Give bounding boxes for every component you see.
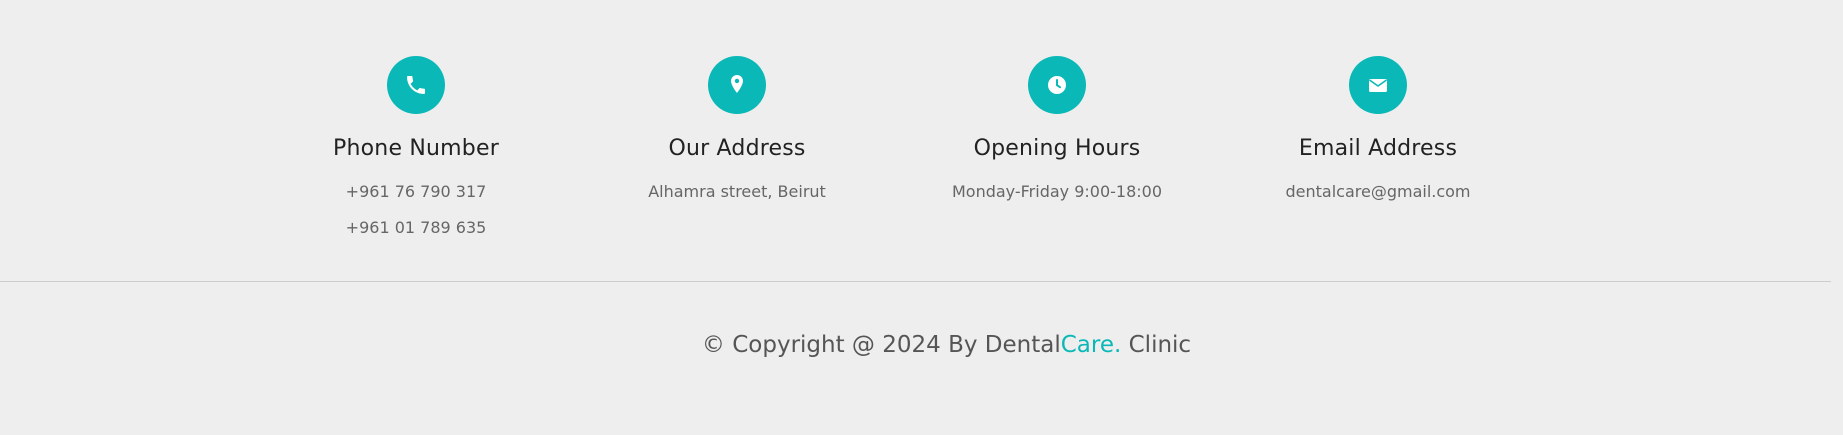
contact-card-hours: Opening Hours Monday-Friday 9:00-18:00 [907, 56, 1207, 202]
copyright-brand-accent: Care. [1060, 332, 1122, 358]
envelope-icon [1349, 56, 1407, 114]
phone-icon [387, 56, 445, 114]
footer: Phone Number +961 76 790 317 +961 01 789… [0, 0, 1843, 435]
copyright-suffix: Clinic [1121, 332, 1192, 358]
contact-info-grid: Phone Number +961 76 790 317 +961 01 789… [0, 56, 1843, 256]
contact-card-phone: Phone Number +961 76 790 317 +961 01 789… [266, 56, 566, 238]
address-title: Our Address [668, 136, 806, 161]
location-pin-icon [708, 56, 766, 114]
footer-divider [0, 281, 1831, 282]
contact-card-email: Email Address dentalcare@gmail.com [1228, 56, 1528, 202]
hours-text: Monday-Friday 9:00-18:00 [951, 182, 1163, 201]
clock-icon [1028, 56, 1086, 114]
phone-number-primary[interactable]: +961 76 790 317 [266, 182, 566, 202]
contact-card-address: Our Address Alhamra street, Beirut [587, 56, 887, 202]
phone-number-secondary[interactable]: +961 01 789 635 [266, 218, 566, 238]
copyright-prefix: © Copyright @ 2024 By Dental [701, 332, 1061, 358]
address-text: Alhamra street, Beirut [648, 182, 826, 201]
email-link[interactable]: dentalcare@gmail.com [1228, 182, 1528, 202]
phone-title: Phone Number [333, 136, 499, 161]
email-title: Email Address [1298, 136, 1458, 161]
copyright-text: © Copyright @ 2024 By DentalCare. Clinic [0, 330, 1843, 360]
hours-title: Opening Hours [973, 136, 1141, 161]
